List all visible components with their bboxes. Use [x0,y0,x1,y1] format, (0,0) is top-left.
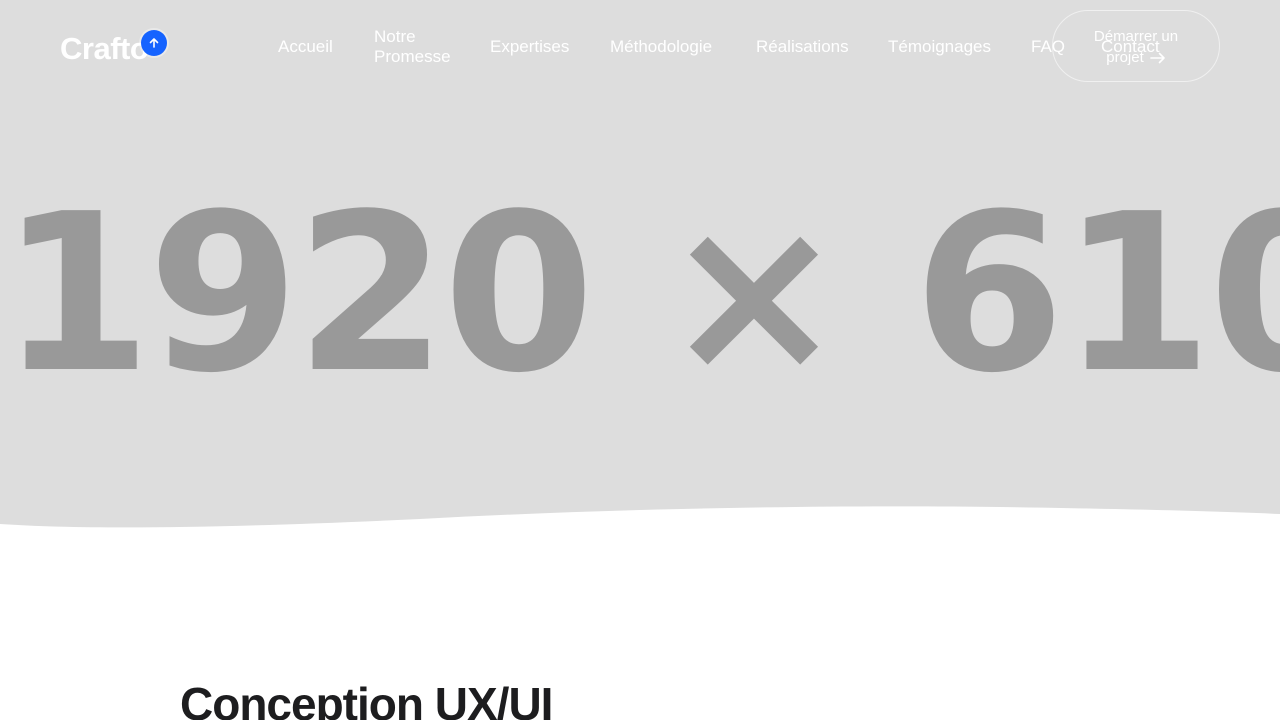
site-header: Crafto Accueil Notre Promesse Expertises… [0,0,1280,92]
hero-wave-divider [0,506,1280,530]
arrow-up-icon [149,38,159,48]
nav-link-notre-promesse[interactable]: Notre Promesse [374,27,454,67]
section-title: Conception UX/UI [180,678,553,720]
nav-link-temoignages[interactable]: Témoignages [888,37,991,57]
scroll-to-top-button[interactable] [141,30,167,56]
cta-label-line1: Démarrer un [1093,28,1179,45]
arrow-right-icon [1149,52,1165,63]
hero-placeholder-image-text: 1920 × 610 [0,168,1280,421]
nav-link-accueil[interactable]: Accueil [278,37,333,57]
nav-link-realisations[interactable]: Réalisations [756,37,849,57]
start-project-button[interactable]: Démarrer un projet [1052,10,1220,82]
nav-link-expertises[interactable]: Expertises [490,37,569,57]
site-logo[interactable]: Crafto [60,30,149,68]
nav-link-methodologie[interactable]: Méthodologie [610,37,712,57]
cta-label-line2: projet [1106,49,1144,66]
